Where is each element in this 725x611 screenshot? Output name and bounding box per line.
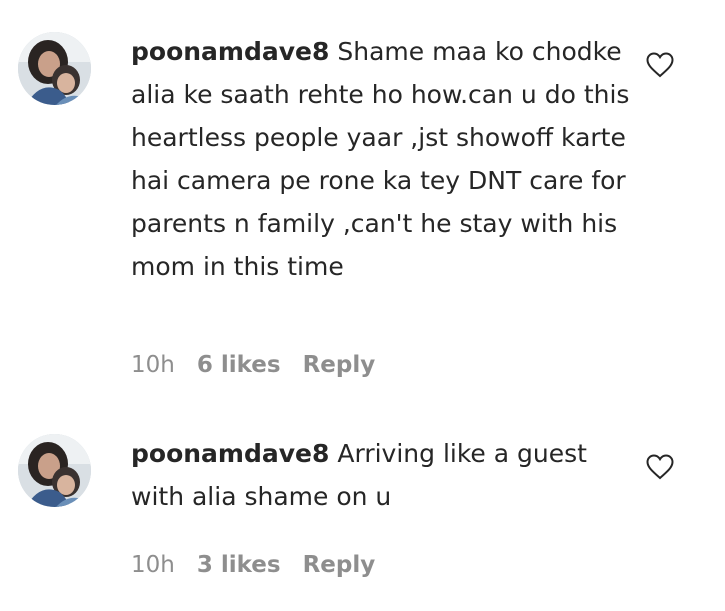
avatar[interactable] <box>18 32 91 105</box>
profile-avatar-icon <box>18 32 91 105</box>
heart-icon[interactable] <box>646 454 674 480</box>
comment-meta: 10h 6 likes Reply <box>131 352 397 378</box>
comment-username[interactable]: poonamdave8 <box>131 37 329 66</box>
heart-icon[interactable] <box>646 52 674 78</box>
reply-button[interactable]: Reply <box>303 352 376 378</box>
comment-time[interactable]: 10h <box>131 552 175 578</box>
reply-button[interactable]: Reply <box>303 552 376 578</box>
comment-likes[interactable]: 3 likes <box>197 552 281 578</box>
comment-text: Shame maa ko chodke alia ke saath rehte … <box>131 37 630 281</box>
comment-text-block: poonamdave8 Arriving like a guest with al… <box>131 432 631 518</box>
comment-username[interactable]: poonamdave8 <box>131 439 329 468</box>
profile-avatar-icon <box>18 434 91 507</box>
comment-likes[interactable]: 6 likes <box>197 352 281 378</box>
comment-time[interactable]: 10h <box>131 352 175 378</box>
comment-text-block: poonamdave8 Shame maa ko chodke alia ke s… <box>131 30 631 288</box>
comment-meta: 10h 3 likes Reply <box>131 552 397 578</box>
avatar[interactable] <box>18 434 91 507</box>
